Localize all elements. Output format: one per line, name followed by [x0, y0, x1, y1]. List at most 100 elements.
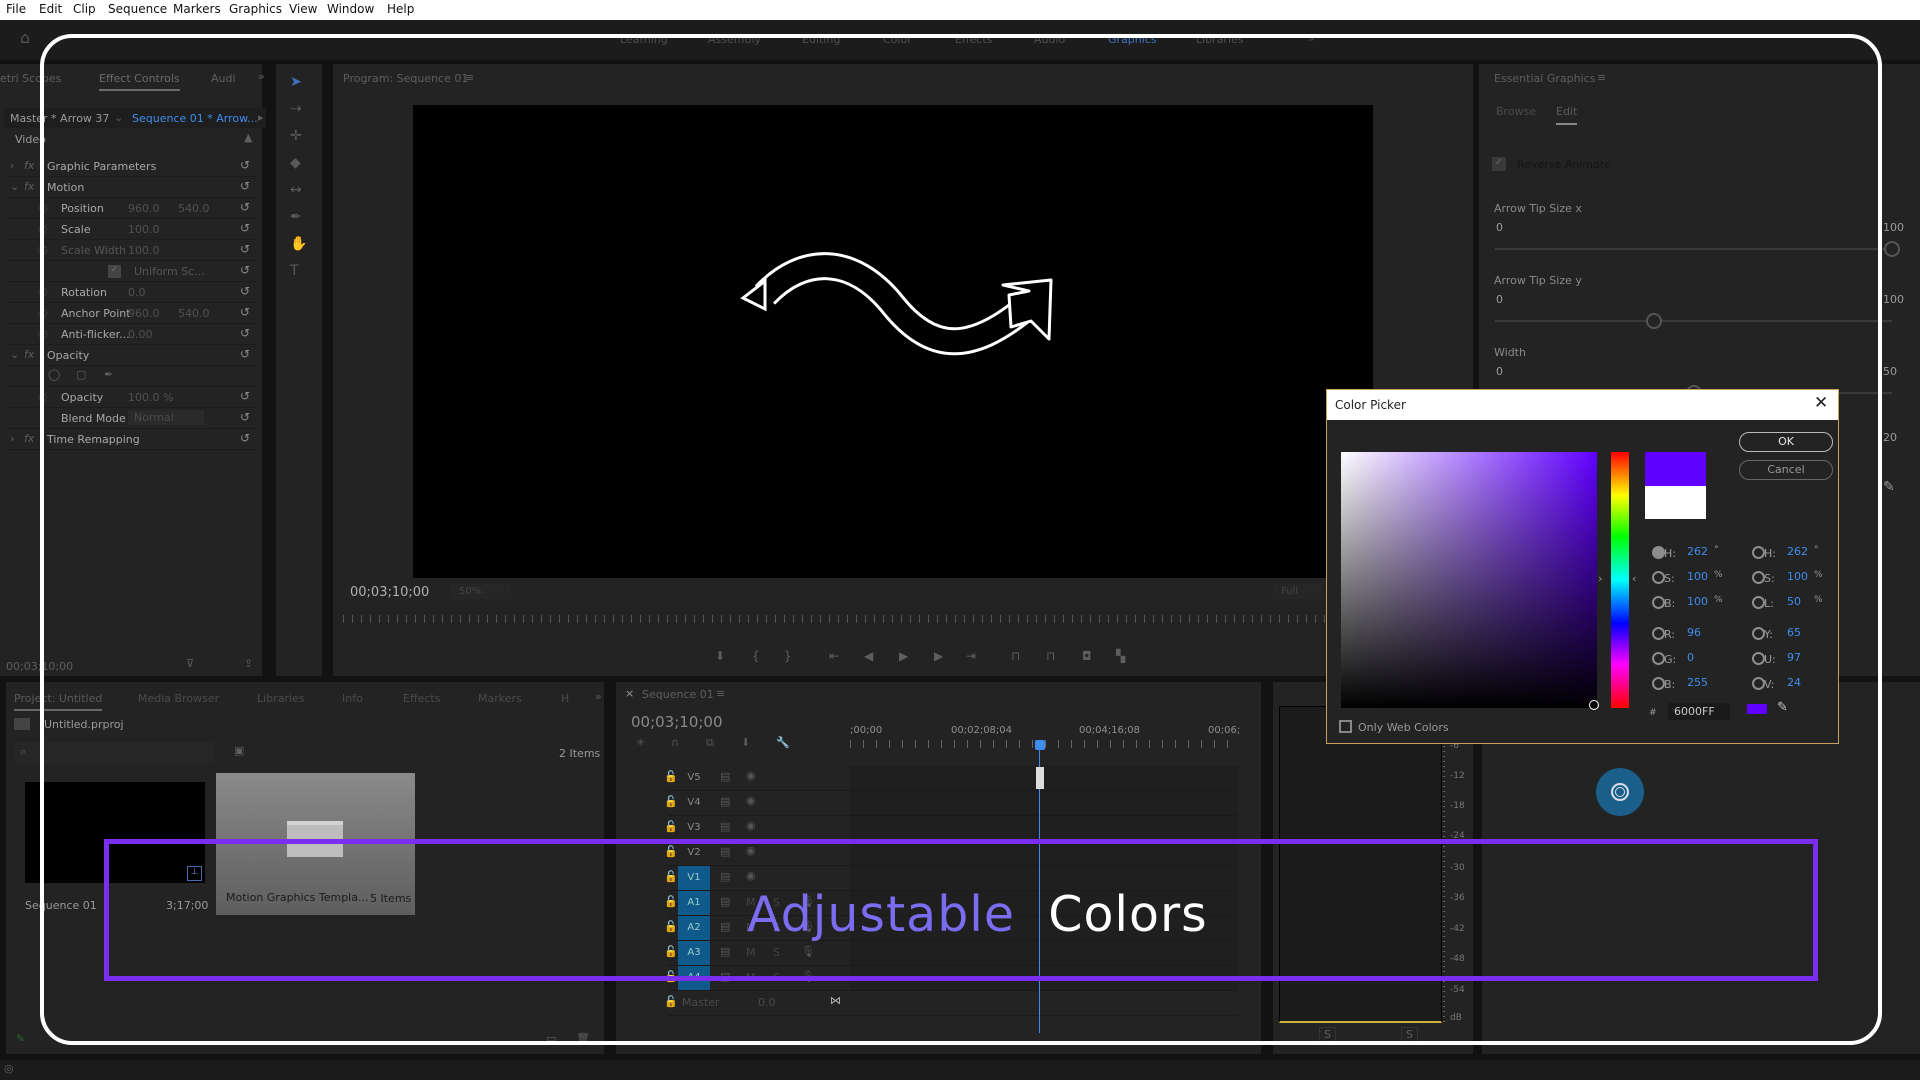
panel-menu-icon[interactable]: ≡ — [1597, 71, 1606, 84]
sync-lock-icon[interactable]: ▤ — [720, 920, 730, 933]
value-1[interactable]: 100.0 % — [128, 391, 173, 404]
reset-icon[interactable]: ↺ — [240, 221, 250, 235]
cancel-button[interactable]: Cancel — [1739, 460, 1833, 480]
add-edit-icon[interactable]: ⧉ — [706, 736, 714, 750]
track-lane[interactable] — [850, 841, 1238, 865]
expand-chevron-icon[interactable]: › — [10, 432, 14, 445]
project-tab[interactable]: H — [561, 692, 569, 705]
effect-row[interactable]: ✓ Uniform Sc... ↺ — [4, 261, 258, 282]
sync-lock-icon[interactable]: ▤ — [720, 845, 730, 858]
filter-icon[interactable]: ⊽ — [186, 657, 194, 670]
solo-button[interactable]: S — [773, 946, 780, 959]
master-value[interactable]: 0.0 — [758, 996, 776, 1009]
extract-icon[interactable]: ⊓ — [1046, 649, 1055, 663]
field-value[interactable]: 100 — [1687, 570, 1708, 583]
mark-out-icon[interactable]: } — [784, 649, 792, 663]
fx-icon[interactable]: fx — [24, 348, 34, 361]
field-value[interactable]: 0 — [1687, 651, 1694, 664]
lock-icon[interactable]: 🔓 — [664, 795, 678, 808]
add-marker-icon[interactable]: ⬇ — [715, 649, 725, 663]
slider-knob[interactable] — [1884, 241, 1900, 257]
track-a4[interactable]: 🔓 A4 ▤ M S 🎙 — [664, 966, 1238, 991]
hue-arrow-right-icon[interactable]: › — [1598, 572, 1602, 585]
ripple-edit-icon[interactable]: ✛ — [290, 128, 302, 144]
resolution-select[interactable]: Full — [1273, 584, 1323, 599]
menu-window[interactable]: Window — [327, 2, 374, 16]
sync-lock-icon[interactable]: ▤ — [720, 945, 730, 958]
track-lane[interactable] — [850, 791, 1238, 815]
sync-lock-icon[interactable]: ▤ — [720, 970, 730, 983]
track-lane[interactable] — [850, 941, 1238, 965]
reset-icon[interactable]: ↺ — [240, 263, 250, 277]
reset-icon[interactable]: ↺ — [240, 431, 250, 445]
track-v2[interactable]: 🔓 V2 ▤ ◉ — [664, 841, 1238, 866]
project-tab[interactable]: Project: Untitled — [14, 692, 103, 711]
reverse-animate-checkbox[interactable]: ✓ — [1492, 157, 1506, 171]
field-value[interactable]: 262 — [1687, 545, 1708, 558]
workspace-tab-libraries[interactable]: Libraries — [1196, 33, 1244, 46]
track-a3[interactable]: 🔓 A3 ▤ M S 🎙 — [664, 941, 1238, 966]
mute-button[interactable]: M — [746, 971, 756, 984]
menu-view[interactable]: View — [289, 2, 317, 16]
project-tab[interactable]: Info — [342, 692, 363, 705]
effect-row[interactable]: ⌄ fx Opacity ↺ — [4, 345, 258, 366]
tab-effect-controls[interactable]: Effect Controls — [99, 72, 180, 91]
field-value[interactable]: 24 — [1787, 676, 1801, 689]
ok-button[interactable]: OK — [1739, 432, 1833, 452]
fx-icon[interactable]: fx — [24, 159, 34, 172]
stopwatch-icon[interactable]: ◌ — [38, 327, 48, 340]
lock-icon[interactable]: 🔓 — [664, 870, 678, 883]
lock-icon[interactable]: 🔓 — [664, 895, 678, 908]
lock-icon[interactable]: 🔓 — [664, 770, 678, 783]
value-2[interactable]: 540.0 — [178, 307, 210, 320]
value-1[interactable]: 960.0 — [128, 307, 160, 320]
track-select-icon[interactable]: ⇢ — [290, 101, 302, 117]
field-value[interactable]: 50 — [1787, 595, 1801, 608]
tab-audio[interactable]: Audi — [211, 72, 236, 85]
field-value[interactable]: 262 — [1787, 545, 1808, 558]
menu-clip[interactable]: Clip — [73, 2, 96, 16]
bowtie-icon[interactable]: ⋈ — [830, 994, 841, 1007]
effect-row[interactable]: ⌄ fx Motion ↺ — [4, 177, 258, 198]
menu-graphics[interactable]: Graphics — [229, 2, 282, 16]
track-v3[interactable]: 🔓 V3 ▤ ◉ — [664, 816, 1238, 841]
lock-icon[interactable]: 🔓 — [664, 945, 678, 958]
stopwatch-icon[interactable]: ◌ — [38, 306, 48, 319]
close-icon[interactable]: × — [625, 687, 634, 700]
lock-icon[interactable]: 🔓 — [664, 820, 678, 833]
reset-icon[interactable]: ↺ — [240, 242, 250, 256]
value-1[interactable]: 100.0 — [128, 223, 160, 236]
close-icon[interactable]: ✕ — [1814, 393, 1828, 413]
workspace-tab-effects[interactable]: Effects — [955, 33, 992, 46]
reset-icon[interactable]: ↺ — [240, 179, 250, 193]
tab-lumetri-scopes[interactable]: etri Scopes — [0, 72, 61, 85]
lift-icon[interactable]: ⊓ — [1011, 649, 1020, 663]
sync-lock-icon[interactable]: ▤ — [720, 795, 730, 808]
workspace-tab-editing[interactable]: Editing — [802, 33, 840, 46]
pen-tool-icon[interactable]: ✒ — [290, 209, 302, 225]
chevron-down-icon[interactable]: ⌄ — [114, 111, 123, 124]
step-back-icon[interactable]: ◀ — [864, 649, 873, 663]
playhead-handle[interactable] — [1035, 740, 1045, 750]
panel-more-icon[interactable]: » — [258, 70, 265, 83]
workspace-tab-audio[interactable]: Audio — [1034, 33, 1065, 46]
play-icon[interactable]: ▶ — [899, 649, 908, 663]
track-target[interactable]: A4 — [678, 966, 710, 990]
effect-row[interactable]: › fx Time Remapping ↺ — [4, 429, 258, 450]
mark-in-icon[interactable]: { — [752, 649, 760, 663]
program-timecode[interactable]: 00;03;10;00 — [350, 585, 429, 600]
menu-sequence[interactable]: Sequence — [108, 2, 167, 16]
slider-knob[interactable] — [1645, 313, 1662, 329]
effect-row[interactable]: ◯ ▢ ✒ — [4, 366, 258, 387]
trash-icon[interactable]: 🗑 — [576, 1032, 590, 1045]
reset-icon[interactable]: ↺ — [240, 200, 250, 214]
panel-more-icon[interactable]: » — [595, 690, 602, 703]
track-target[interactable]: A1 — [678, 891, 710, 915]
param-slider[interactable] — [1495, 248, 1892, 250]
workspace-more-icon[interactable]: » — [1308, 32, 1315, 45]
field-value[interactable]: 100 — [1687, 595, 1708, 608]
track-target[interactable]: V4 — [678, 791, 710, 815]
sequence-clip-label[interactable]: Sequence 01 * Arrow... — [132, 112, 258, 125]
menu-markers[interactable]: Markers — [173, 2, 221, 16]
field-value[interactable]: 96 — [1687, 626, 1701, 639]
